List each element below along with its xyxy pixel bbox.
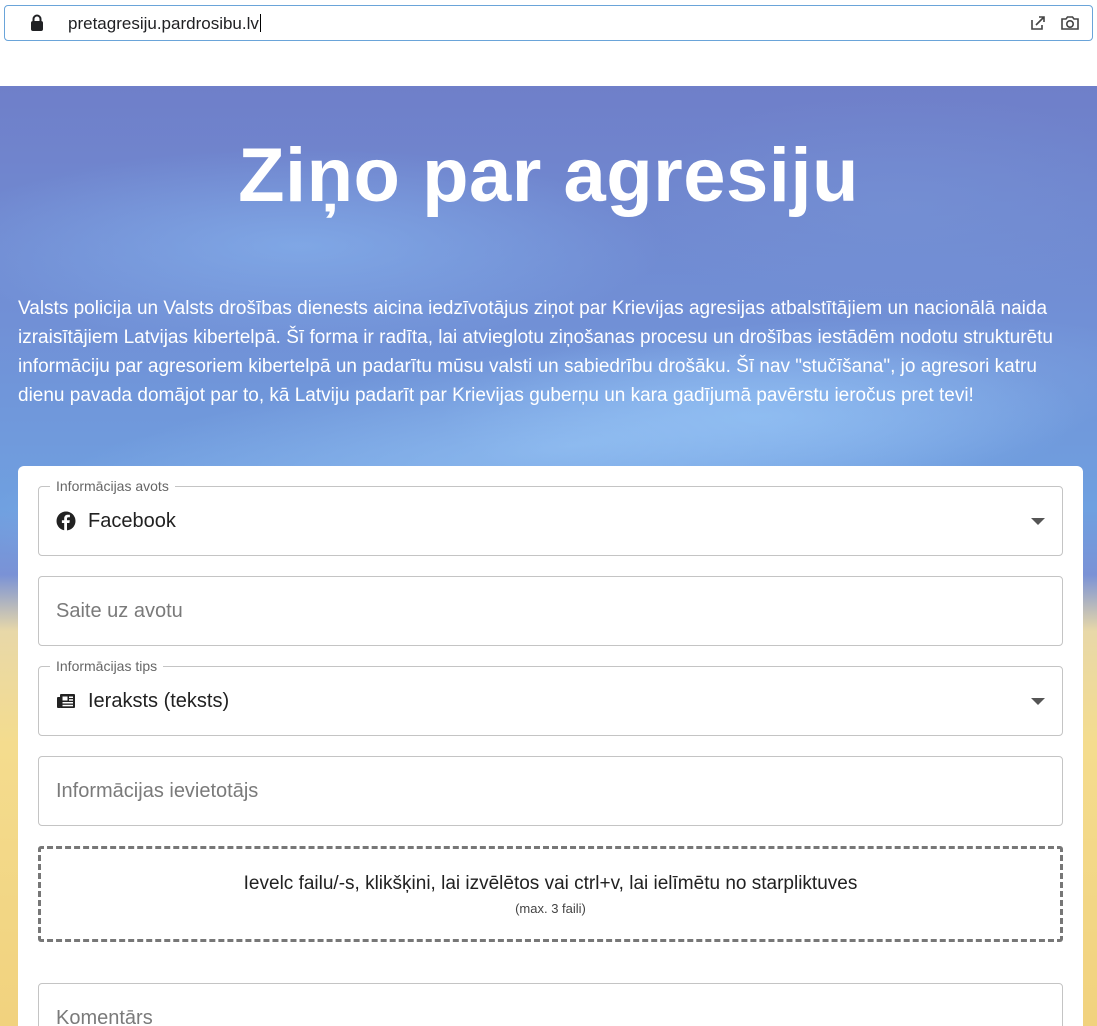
text-caret — [259, 14, 261, 32]
source-select-label: Informācijas avots — [50, 478, 175, 494]
info-type-select[interactable]: Informācijas tips Ieraksts (teksts) — [38, 658, 1063, 736]
newspaper-icon — [57, 694, 75, 708]
dropzone-limit: (max. 3 faili) — [515, 901, 586, 916]
hero-section: Ziņo par agresiju Valsts policija un Val… — [0, 86, 1097, 1026]
share-icon[interactable] — [1029, 14, 1047, 32]
source-select-value: Facebook — [88, 510, 176, 532]
chevron-down-icon[interactable] — [1031, 518, 1045, 525]
file-dropzone[interactable]: Ievelc failu/-s, klikšķini, lai izvēlēto… — [38, 846, 1063, 942]
camera-icon[interactable] — [1060, 14, 1080, 32]
browser-chrome: pretagresiju.pardrosibu.lv — [0, 0, 1097, 87]
dropzone-instructions: Ievelc failu/-s, klikšķini, lai izvēlēto… — [243, 873, 858, 894]
chevron-down-icon[interactable] — [1031, 698, 1045, 705]
info-type-select-label: Informācijas tips — [50, 658, 164, 674]
page-title: Ziņo par agresiju — [238, 133, 859, 218]
source-select[interactable]: Informācijas avots Facebook — [38, 478, 1063, 556]
facebook-icon — [56, 511, 76, 531]
source-link-placeholder: Saite uz avotu — [56, 600, 183, 622]
report-form: Informācijas avots Facebook Saite uz avo… — [18, 466, 1083, 1026]
comment-input[interactable]: Komentārs — [38, 983, 1063, 1026]
info-type-select-value: Ieraksts (teksts) — [88, 690, 230, 712]
poster-input[interactable]: Informācijas ievietotājs — [38, 756, 1063, 826]
poster-placeholder: Informācijas ievietotājs — [56, 780, 259, 802]
lock-icon — [31, 14, 43, 31]
intro-text: Valsts policija un Valsts drošības diene… — [18, 298, 1053, 406]
comment-placeholder: Komentārs — [56, 1007, 153, 1026]
address-bar[interactable]: pretagresiju.pardrosibu.lv — [4, 5, 1093, 41]
source-link-input[interactable]: Saite uz avotu — [38, 576, 1063, 646]
url-text[interactable]: pretagresiju.pardrosibu.lv — [68, 14, 261, 34]
